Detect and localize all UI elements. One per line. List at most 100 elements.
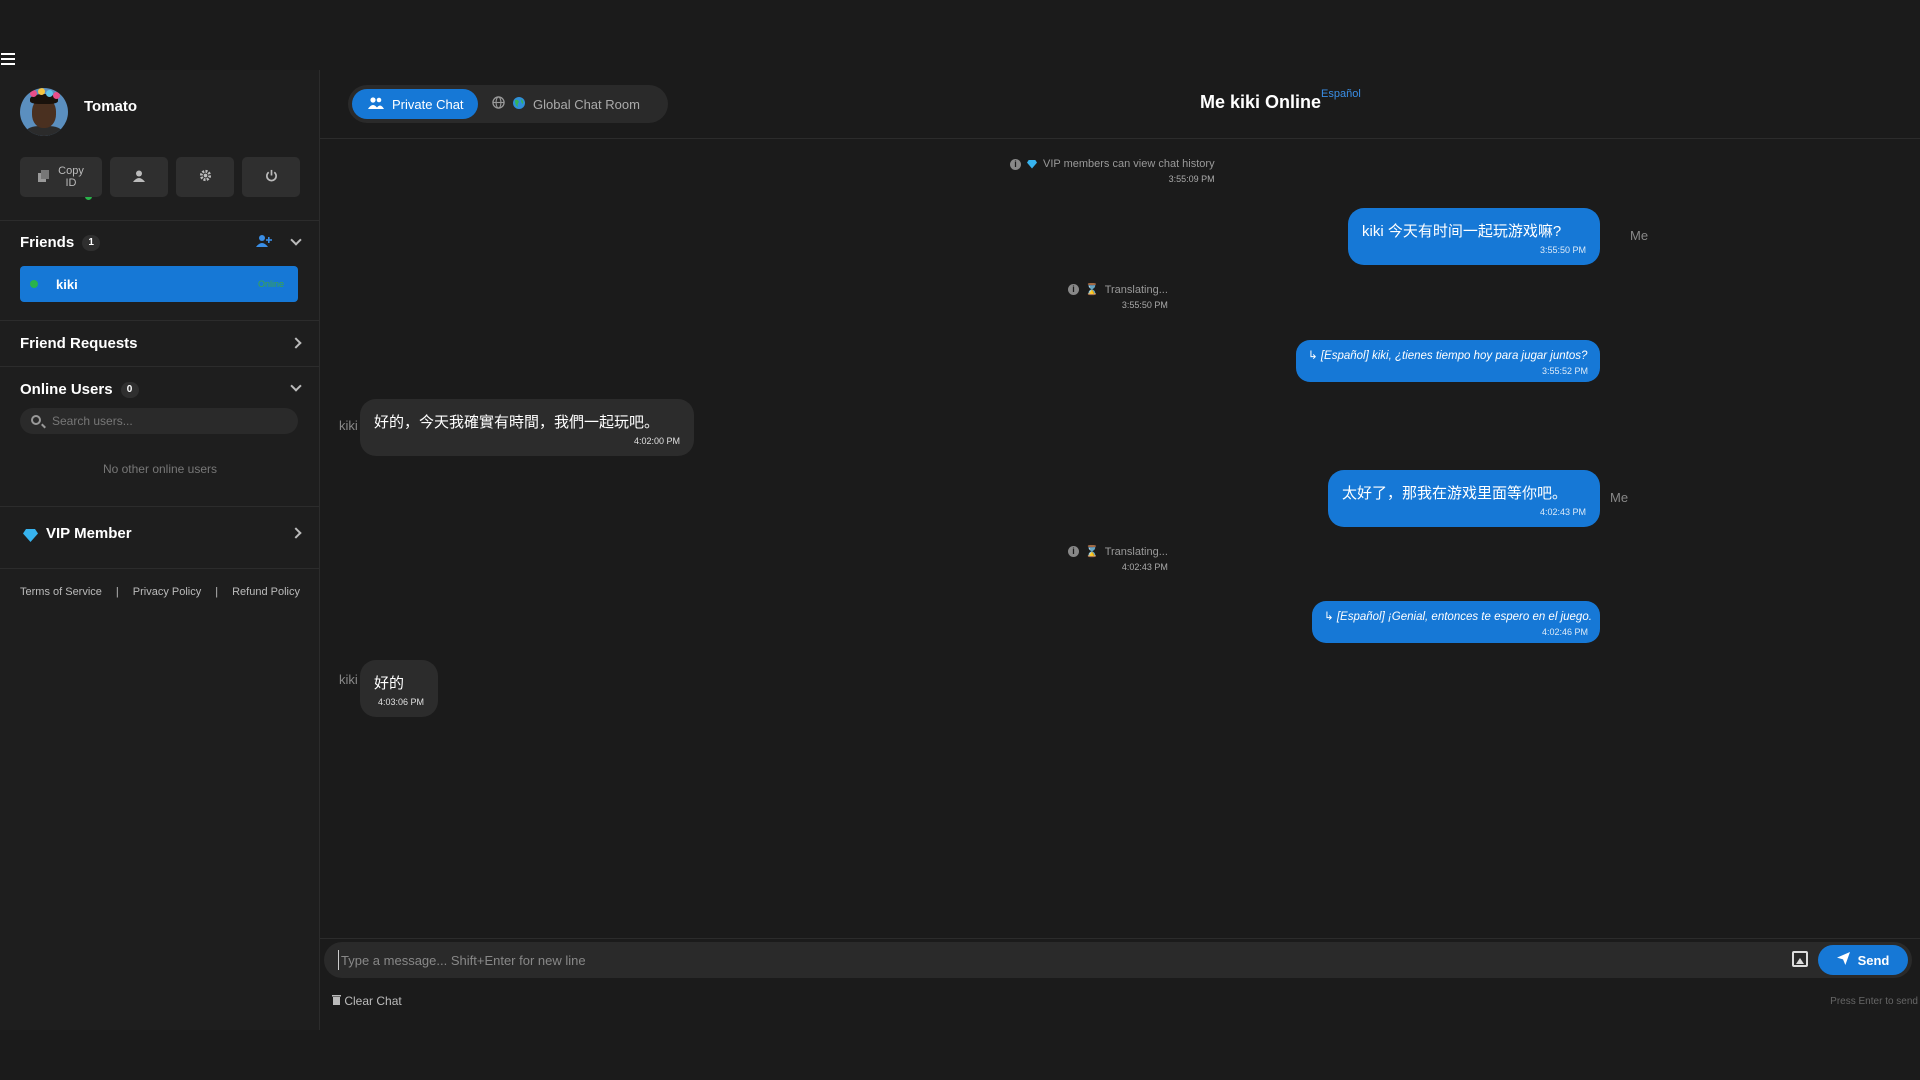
friend-status: Online (257, 279, 284, 289)
header-divider (320, 138, 1920, 139)
avatar[interactable] (20, 88, 68, 136)
vip-title: VIP Member (46, 525, 132, 542)
search-users-input[interactable] (20, 408, 298, 434)
friends-count: 1 (82, 235, 101, 252)
system-text: Translating... (1104, 283, 1168, 296)
chevron-down-icon[interactable] (290, 234, 302, 246)
message-sender: kiki (339, 418, 358, 433)
app: Tomato Copy ID Friends 1 kiki Online Fri… (0, 70, 1920, 1030)
system-text: VIP members can view chat history (1043, 158, 1215, 170)
translation-text: ↳ [Español] kiki, ¿tienes tiempo hoy par… (1308, 350, 1588, 362)
image-icon[interactable] (1792, 951, 1808, 967)
add-user-icon[interactable] (256, 234, 272, 253)
message-time: 3:55:50 PM (1121, 300, 1168, 310)
message-time: 4:02:00 PM (633, 436, 680, 446)
message-sender: Me (1630, 228, 1649, 243)
message-bubble: 好的，今天我確實有時間，我們一起玩吧。 4:02:00 PM (360, 399, 694, 456)
online-users-title: Online Users (20, 381, 113, 398)
info-icon: i (1010, 158, 1021, 170)
trash-icon (332, 994, 344, 1008)
friend-requests-section[interactable]: Friend Requests (0, 320, 320, 366)
clear-chat-label: Clear Chat (344, 994, 402, 1008)
gear-icon (199, 169, 212, 185)
message-text: 太好了，那我在游戏里面等你吧。 (1342, 485, 1568, 502)
message-time: 3:55:52 PM (1541, 366, 1588, 376)
user-icon (133, 170, 145, 185)
online-users-count: 0 (120, 382, 139, 399)
message-bubble: 好的 4:03:06 PM (360, 660, 438, 717)
terms-link[interactable]: Terms of Service (20, 586, 102, 598)
message-sender: Me (1610, 490, 1629, 505)
message-text: kiki 今天有时间一起玩游戏嘛? (1362, 223, 1562, 240)
chat-panel: Private Chat Global Chat Room Me kiki On… (320, 70, 1920, 1030)
message-bubble: kiki 今天有时间一起玩游戏嘛? 3:55:50 PM (1348, 208, 1600, 265)
users-icon (368, 96, 384, 112)
language-link[interactable]: Español (1321, 88, 1361, 100)
divider (0, 568, 320, 569)
chat-title-text: Me kiki Online (1200, 92, 1322, 112)
logout-button[interactable] (242, 157, 300, 197)
message-text: 好的 (374, 675, 405, 692)
chat-tabs: Private Chat Global Chat Room (348, 85, 668, 123)
tab-private-label: Private Chat (392, 96, 464, 112)
friend-requests-title: Friend Requests (20, 335, 138, 352)
tab-private-chat[interactable]: Private Chat (352, 89, 478, 119)
profile-button[interactable] (110, 157, 168, 197)
translation-bubble: ↳ [Español] kiki, ¿tienes tiempo hoy par… (1296, 340, 1600, 382)
message-text: 好的，今天我確實有時間，我們一起玩吧。 (374, 414, 660, 431)
chevron-right-icon (290, 527, 302, 539)
system-text: Translating... (1104, 545, 1168, 558)
friend-item[interactable]: kiki Online (20, 266, 298, 302)
friends-title: Friends (20, 234, 75, 251)
paper-plane-icon (1836, 952, 1850, 968)
settings-button[interactable] (176, 157, 234, 197)
composer-divider (320, 938, 1920, 939)
message-time: 3:55:09 PM (1168, 174, 1215, 184)
profile: Tomato (20, 88, 137, 136)
info-icon: i (1068, 546, 1079, 557)
copy-id-label: Copy ID (58, 165, 84, 189)
friend-name: kiki (56, 277, 78, 292)
profile-actions: Copy ID (20, 157, 300, 197)
chevron-down-icon[interactable] (290, 380, 302, 392)
tab-global-label: Global Chat Room (533, 96, 640, 112)
message-input[interactable] (338, 950, 1778, 970)
send-label: Send (1857, 952, 1890, 968)
online-dot (30, 280, 38, 288)
bottom-bar (0, 1030, 1920, 1080)
tab-global-chat[interactable]: Global Chat Room (492, 89, 640, 119)
refund-link[interactable]: Refund Policy (232, 586, 300, 598)
profile-name: Tomato (84, 97, 138, 115)
diamond-icon (1027, 159, 1037, 169)
sidebar: Tomato Copy ID Friends 1 kiki Online Fri… (0, 70, 320, 1030)
privacy-link[interactable]: Privacy Policy (133, 586, 201, 598)
footer-separator: | (115, 586, 119, 598)
message-time: 4:02:46 PM (1541, 627, 1588, 637)
send-button[interactable]: Send (1818, 945, 1908, 975)
message-time: 4:03:06 PM (377, 697, 424, 707)
earth-icon (513, 96, 525, 112)
message-time: 4:02:43 PM (1539, 507, 1586, 517)
vip-section[interactable]: VIP Member (0, 506, 320, 568)
hamburger-icon[interactable] (1, 52, 15, 66)
copy-icon (38, 169, 50, 185)
system-message: i ⌛ Translating... 4:02:43 PM (1068, 545, 1168, 572)
system-message: i VIP members can view chat history 3:55… (1010, 158, 1215, 184)
online-users-section: Online Users 0 (0, 366, 320, 506)
online-users-header[interactable]: Online Users 0 (20, 381, 139, 399)
translation-bubble: ↳ [Español] ¡Genial, entonces te espero … (1312, 601, 1600, 643)
clear-chat-button[interactable]: Clear Chat (332, 994, 402, 1008)
top-bar (0, 0, 1920, 70)
chat-title: Me kiki OnlineEspañol (1200, 88, 1361, 113)
message-bubble: 太好了，那我在游戏里面等你吧。 4:02:43 PM (1328, 470, 1600, 527)
copy-id-button[interactable]: Copy ID (20, 157, 102, 197)
globe-icon (492, 96, 505, 112)
send-hint: Press Enter to send (1830, 996, 1918, 1007)
footer-separator: | (215, 586, 219, 598)
footer-links: Terms of Service | Privacy Policy | Refu… (20, 586, 300, 598)
info-icon: i (1068, 284, 1079, 295)
diamond-icon (23, 529, 38, 542)
chevron-right-icon (290, 337, 302, 349)
friends-header[interactable]: Friends 1 (20, 234, 101, 252)
composer: Send (324, 942, 1912, 978)
